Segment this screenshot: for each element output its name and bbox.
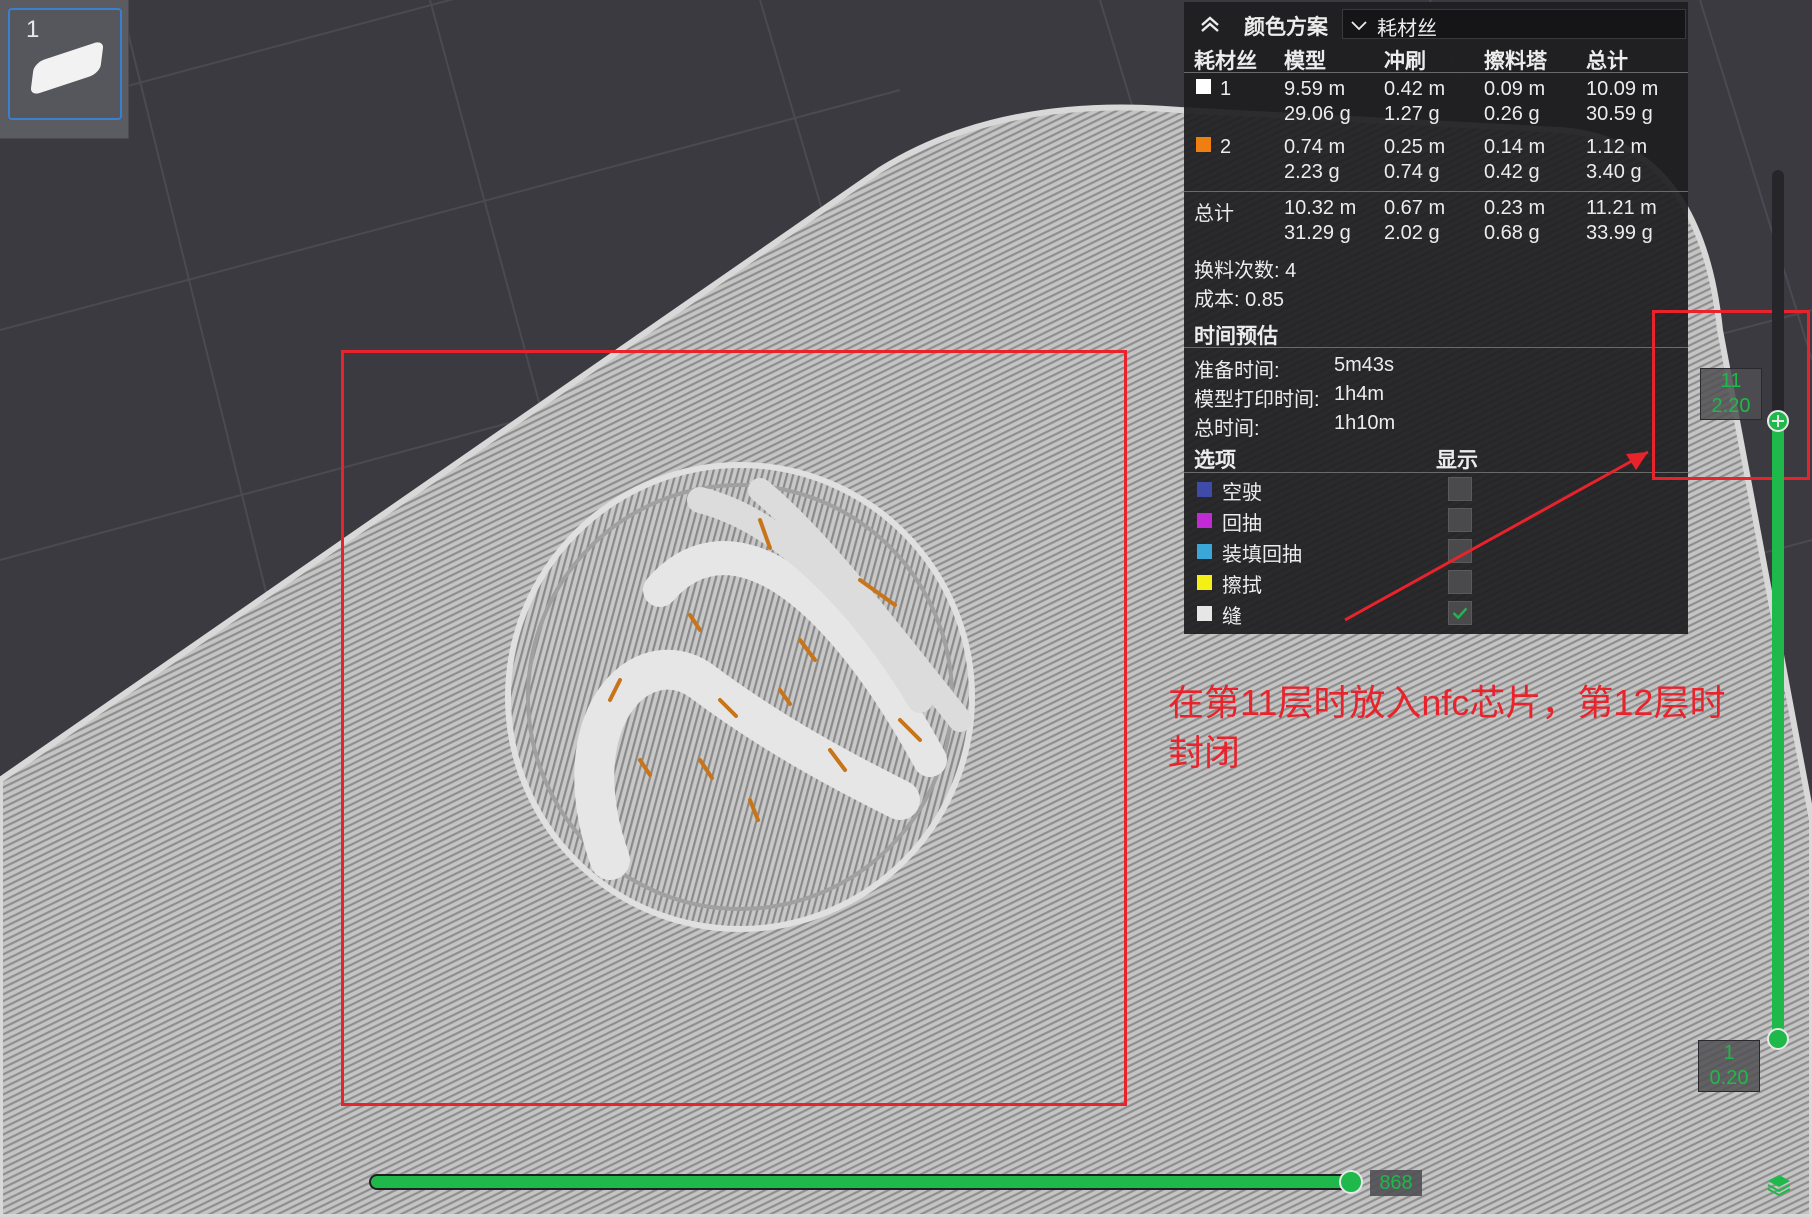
layer-slider-range [1772,420,1784,1040]
model-print-time-value: 1h4m [1334,383,1385,405]
divider [1184,191,1688,192]
top-layer-number: 11 [1720,370,1742,392]
filament-changes: 换料次数: 4 [1194,260,1297,282]
option-seam-checkbox[interactable] [1448,601,1472,625]
plate-thumbnail-selected[interactable]: 1 [8,8,122,120]
filament-1-id: 1 [1220,78,1232,100]
option-travel[interactable]: 空驶 [1194,476,1684,504]
filament-1-model-len: 9.59 m [1284,78,1346,100]
total-tower-len: 0.23 m [1484,197,1546,219]
filament-1-flush-len: 0.42 m [1384,78,1446,100]
col-model: 模型 [1284,50,1326,73]
move-slider-handle[interactable] [1339,1170,1363,1194]
plate-number: 1 [26,16,40,43]
filament-2-swatch [1196,137,1211,152]
total-row-label: 总计 [1194,203,1234,225]
filament-2-flush-wt: 0.74 g [1384,161,1440,183]
filament-1-swatch [1196,79,1211,94]
filament-2-flush-len: 0.25 m [1384,136,1446,158]
option-retract[interactable]: 回抽 [1194,507,1684,535]
option-seam-swatch [1197,606,1212,621]
divider [1184,72,1688,73]
bottom-layer-handle[interactable] [1767,1028,1789,1050]
filament-1-total-wt: 30.59 g [1586,103,1653,125]
filament-2-id: 2 [1220,136,1232,158]
col-filament: 耗材丝 [1194,50,1257,73]
option-wipe-checkbox[interactable] [1448,570,1472,594]
filament-2-model-len: 0.74 m [1284,136,1346,158]
option-wipe-label: 擦拭 [1222,575,1262,597]
total-flush-wt: 2.02 g [1384,222,1440,244]
total-model-wt: 31.29 g [1284,222,1351,244]
total-model-len: 10.32 m [1284,197,1357,219]
total-tower-wt: 0.68 g [1484,222,1540,244]
annotation-text: 在第11层时放入nfc芯片，第12层时封闭 [1168,682,1726,773]
plate-icon [29,39,105,97]
option-deretract-swatch [1197,544,1212,559]
option-travel-checkbox[interactable] [1448,477,1472,501]
total-flush-len: 0.67 m [1384,197,1446,219]
option-wipe[interactable]: 擦拭 [1194,569,1684,597]
filament-1-total-len: 10.09 m [1586,78,1659,100]
col-tower: 擦料塔 [1484,50,1547,73]
top-layer-label: 11 2.20 [1700,368,1762,420]
total-time-label: 总时间: [1194,418,1260,440]
move-slider-track[interactable] [369,1174,1355,1190]
option-travel-swatch [1197,482,1212,497]
color-scheme-title: 颜色方案 [1244,16,1328,39]
total-time-value: 1h10m [1334,412,1396,434]
option-travel-label: 空驶 [1222,482,1262,504]
plate-thumbnail[interactable]: 1 [0,0,129,139]
bottom-layer-height: 0.20 [1709,1067,1749,1089]
filament-2-model-wt: 2.23 g [1284,161,1340,183]
total-total-wt: 33.99 g [1586,222,1653,244]
layers-icon[interactable] [1766,1172,1792,1196]
bottom-layer-number: 1 [1723,1042,1735,1064]
filament-1-tower-len: 0.09 m [1484,78,1546,100]
cost: 成本: 0.85 [1194,289,1285,311]
divider [1184,347,1688,348]
display-title: 显示 [1436,449,1478,472]
col-flush: 冲刷 [1384,50,1426,73]
color-scheme-select[interactable]: 耗材丝 [1342,9,1686,40]
option-deretract-label: 装填回抽 [1222,544,1302,566]
option-deretract[interactable]: 装填回抽 [1194,538,1684,566]
move-slider-value: 868 [1370,1170,1422,1196]
gcode-legend-panel: 颜色方案 耗材丝 耗材丝 模型 冲刷 擦料塔 总计 1 9.59 m 29.06… [1184,2,1688,634]
prep-time-label: 准备时间: [1194,360,1280,382]
color-scheme-value: 耗材丝 [1377,18,1437,40]
filament-2-total-wt: 3.40 g [1586,161,1642,183]
plus-icon [1772,415,1784,427]
filament-1-flush-wt: 1.27 g [1384,103,1440,125]
filament-2-total-len: 1.12 m [1586,136,1648,158]
time-estimate-title: 时间预估 [1194,325,1278,348]
option-retract-label: 回抽 [1222,513,1262,535]
chevron-down-icon [1351,21,1367,31]
divider [1184,472,1688,473]
prep-time-value: 5m43s [1334,354,1395,376]
options-title: 选项 [1194,449,1236,472]
total-total-len: 11.21 m [1586,197,1657,219]
filament-2-tower-len: 0.14 m [1484,136,1546,158]
annotation-box-model [341,350,1127,1106]
option-seam-label: 缝 [1222,606,1242,628]
top-layer-handle[interactable] [1767,410,1789,432]
filament-1-model-wt: 29.06 g [1284,103,1351,125]
option-deretract-checkbox[interactable] [1448,539,1472,563]
filament-2-tower-wt: 0.42 g [1484,161,1540,183]
option-retract-swatch [1197,513,1212,528]
bottom-layer-label: 1 0.20 [1698,1040,1760,1092]
filament-1-tower-wt: 0.26 g [1484,103,1540,125]
model-print-time-label: 模型打印时间: [1194,389,1320,411]
check-icon [1452,607,1468,620]
top-layer-height: 2.20 [1711,395,1751,417]
chevron-double-up-icon[interactable] [1198,12,1222,36]
col-total: 总计 [1586,50,1628,73]
option-wipe-swatch [1197,575,1212,590]
option-retract-checkbox[interactable] [1448,508,1472,532]
option-seam[interactable]: 缝 [1194,600,1684,628]
